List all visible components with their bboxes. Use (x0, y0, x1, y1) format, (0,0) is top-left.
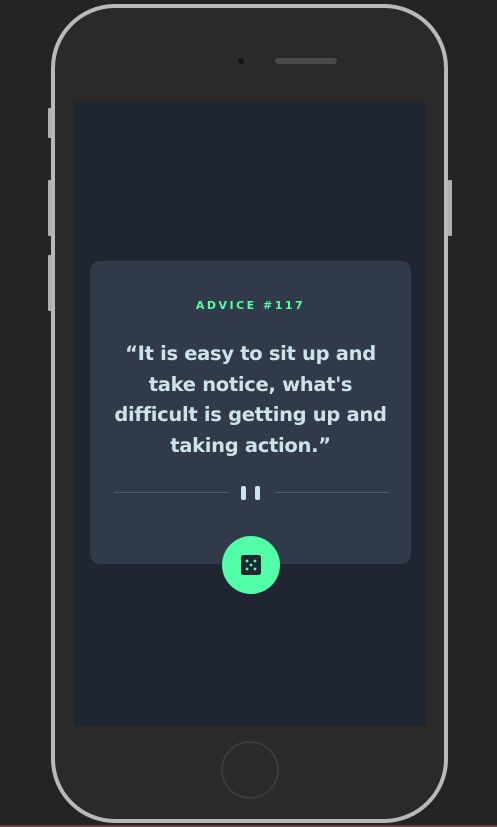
advice-id-label: ADVICE #117 (195, 299, 306, 312)
volume-down-button (48, 255, 52, 311)
camera-dot (238, 58, 244, 64)
phone-screen: ADVICE #117 “It is easy to sit up and ta… (74, 101, 426, 726)
power-button (448, 180, 452, 236)
home-button (221, 741, 279, 799)
divider-line-left (114, 492, 228, 493)
new-advice-button[interactable] (222, 536, 280, 594)
dice-icon (241, 555, 261, 575)
mute-switch (48, 108, 52, 138)
advice-quote: “It is easy to sit up and take notice, w… (114, 342, 387, 457)
divider-line-right (275, 492, 389, 493)
advice-card: ADVICE #117 “It is easy to sit up and ta… (90, 261, 411, 564)
volume-up-button (48, 180, 52, 236)
speaker-slot (275, 58, 337, 64)
